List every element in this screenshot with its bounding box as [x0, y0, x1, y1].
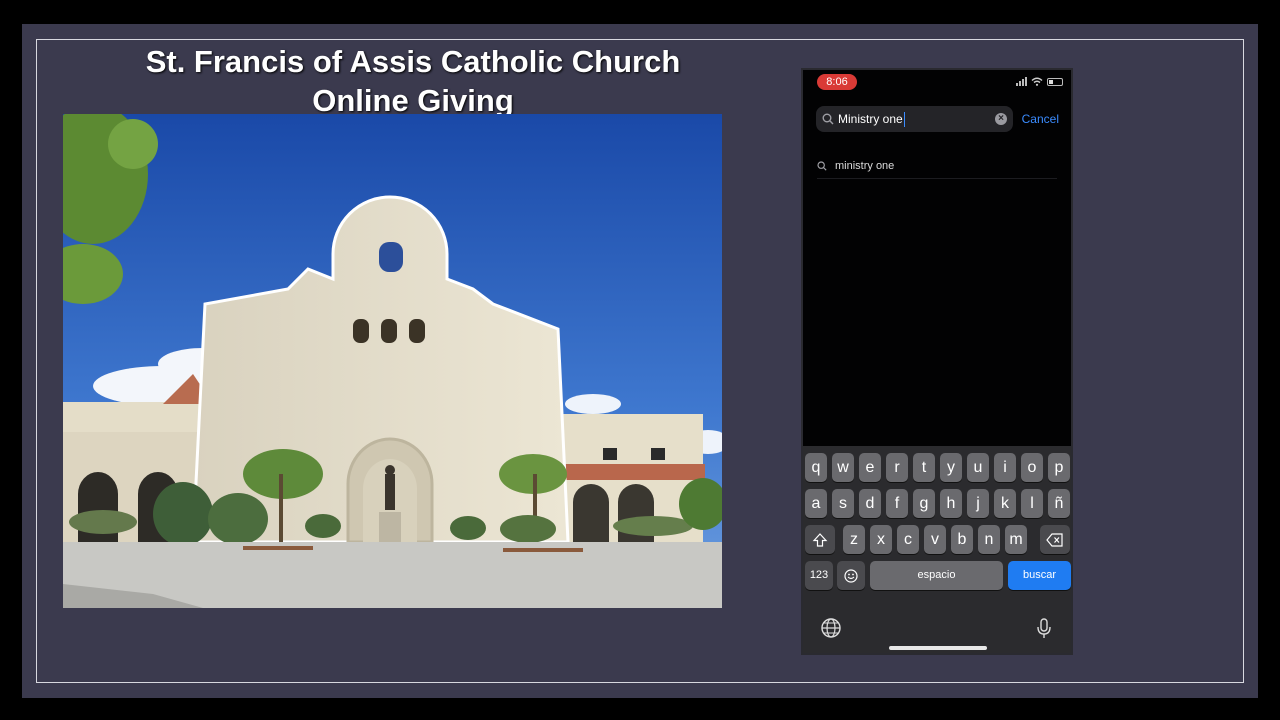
emoji-key[interactable]	[837, 561, 865, 590]
search-bar: Ministry one × Cancel	[803, 104, 1071, 140]
key-v[interactable]: v	[924, 525, 946, 554]
slide-title: St. Francis of Assis Catholic Church Onl…	[63, 42, 763, 120]
key-d[interactable]: d	[859, 489, 881, 518]
key-z[interactable]: z	[843, 525, 865, 554]
key-n[interactable]: n	[978, 525, 1000, 554]
key-s[interactable]: s	[832, 489, 854, 518]
key-o[interactable]: o	[1021, 453, 1043, 482]
key-l[interactable]: l	[1021, 489, 1043, 518]
phone-screen: 8:06 Ministry one × Cancel ministry one …	[801, 68, 1073, 655]
key-f[interactable]: f	[886, 489, 908, 518]
church-photo	[63, 114, 722, 608]
key-n-tilde[interactable]: ñ	[1048, 489, 1070, 518]
key-x[interactable]: x	[870, 525, 892, 554]
key-j[interactable]: j	[967, 489, 989, 518]
delete-key[interactable]	[1040, 525, 1070, 554]
key-k[interactable]: k	[994, 489, 1016, 518]
key-c[interactable]: c	[897, 525, 919, 554]
space-key[interactable]: espacio	[870, 561, 1003, 590]
key-u[interactable]: u	[967, 453, 989, 482]
numbers-key[interactable]: 123	[805, 561, 833, 590]
home-indicator[interactable]	[889, 646, 987, 650]
status-bar: 8:06	[803, 70, 1071, 100]
emoji-icon	[844, 569, 858, 583]
key-i[interactable]: i	[994, 453, 1016, 482]
search-input[interactable]: Ministry one ×	[816, 106, 1013, 132]
suggestion-text: ministry one	[835, 160, 895, 172]
search-icon	[822, 113, 834, 125]
key-q[interactable]: q	[805, 453, 827, 482]
key-e[interactable]: e	[859, 453, 881, 482]
status-time: 8:06	[817, 74, 857, 90]
wifi-icon	[1031, 77, 1043, 86]
search-suggestion[interactable]: ministry one	[817, 154, 1057, 179]
shift-icon	[812, 532, 828, 547]
key-g[interactable]: g	[913, 489, 935, 518]
key-w[interactable]: w	[832, 453, 854, 482]
battery-icon	[1047, 77, 1063, 86]
key-a[interactable]: a	[805, 489, 827, 518]
clear-search-button[interactable]: ×	[995, 113, 1007, 125]
globe-icon[interactable]	[819, 616, 843, 640]
key-b[interactable]: b	[951, 525, 973, 554]
key-m[interactable]: m	[1005, 525, 1027, 554]
cancel-button[interactable]: Cancel	[1022, 112, 1059, 126]
backspace-icon	[1046, 533, 1063, 547]
signal-icon	[1016, 77, 1027, 86]
text-cursor	[903, 111, 906, 127]
onscreen-keyboard: q w e r t y u i o p a s d f g h j k l ñ	[803, 446, 1071, 653]
key-t[interactable]: t	[913, 453, 935, 482]
search-key[interactable]: buscar	[1008, 561, 1071, 590]
status-icons	[1016, 77, 1063, 86]
key-r[interactable]: r	[886, 453, 908, 482]
search-icon	[817, 161, 827, 171]
key-p[interactable]: p	[1048, 453, 1070, 482]
slide-title-line1: St. Francis of Assis Catholic Church	[145, 44, 681, 79]
key-h[interactable]: h	[940, 489, 962, 518]
key-y[interactable]: y	[940, 453, 962, 482]
shift-key[interactable]	[805, 525, 835, 554]
search-input-value: Ministry one	[838, 112, 903, 126]
microphone-icon[interactable]	[1032, 616, 1056, 640]
presentation-slide: St. Francis of Assis Catholic Church Onl…	[22, 24, 1258, 698]
